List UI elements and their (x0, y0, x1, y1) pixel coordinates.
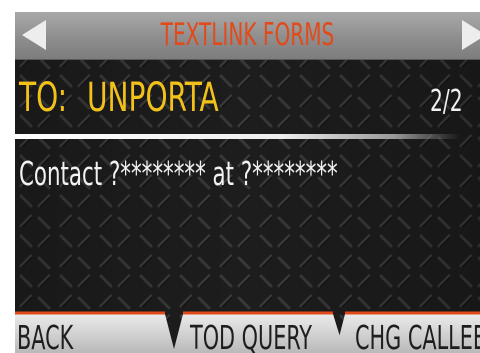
left-arrow-icon[interactable] (20, 18, 48, 52)
title-bar: TEXTLINK FORMS (15, 12, 480, 60)
chg-callee-button[interactable]: CHG CALLEE (355, 318, 480, 353)
textlink-screen: TEXTLINK FORMS TO: UNPORTA 2/2 Contact ?… (15, 12, 480, 353)
page-counter: 2/2 (430, 84, 463, 119)
message-text: Contact ?******** at ?******** (19, 154, 338, 193)
recipient-name: UNPORTA (86, 75, 219, 121)
right-arrow-icon[interactable] (460, 18, 480, 52)
page-title: TEXTLINK FORMS (160, 17, 335, 53)
divider (15, 134, 460, 139)
back-button[interactable]: BACK (17, 318, 73, 353)
recipient-line: TO: UNPORTA (19, 72, 219, 124)
tod-query-button[interactable]: TOD QUERY (190, 318, 312, 353)
recipient-label: TO: (19, 75, 68, 121)
softkey-bar: BACK TOD QUERY CHG CALLEE (15, 310, 480, 353)
